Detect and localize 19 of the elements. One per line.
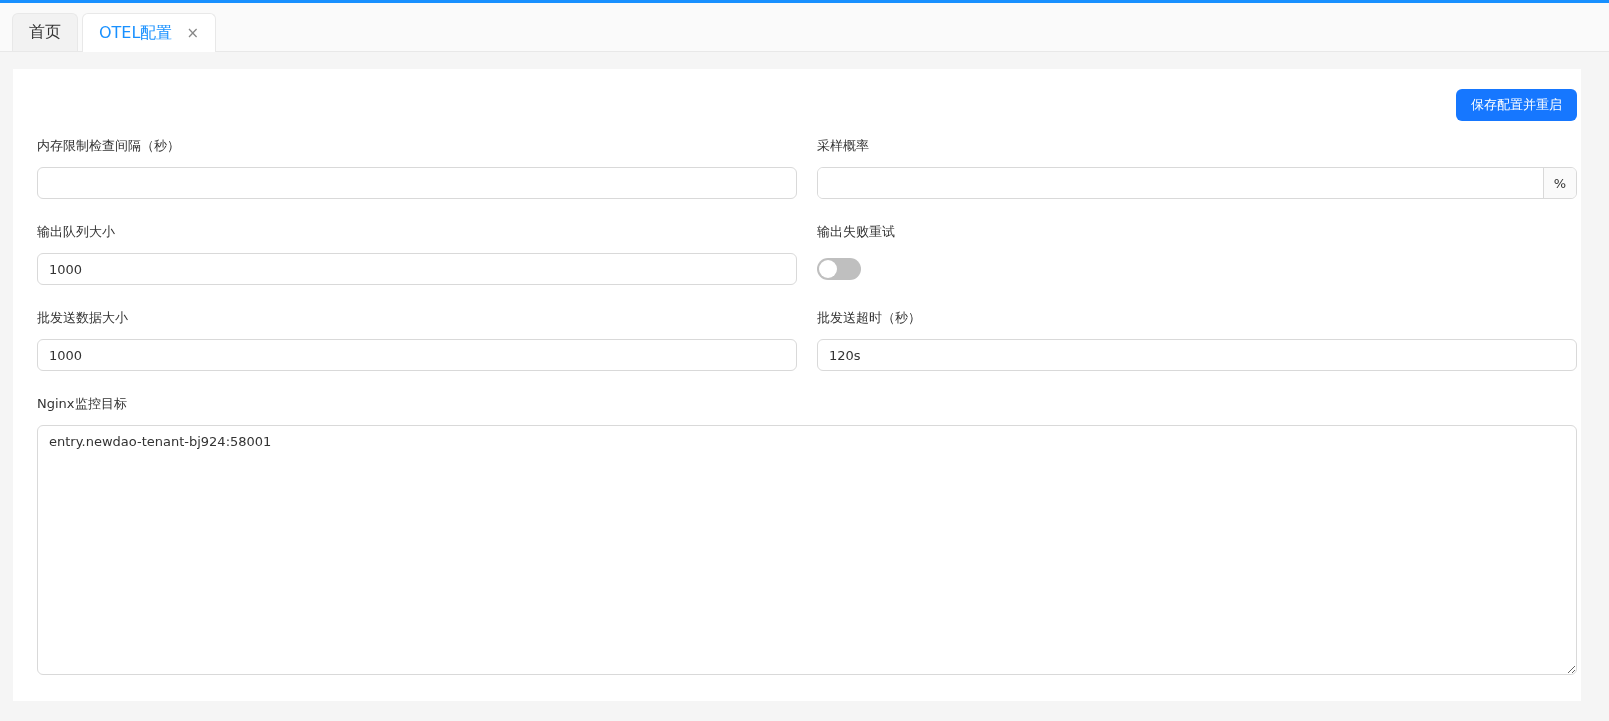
text-input[interactable]: 1000 bbox=[37, 253, 797, 285]
field-label: 输出队列大小 bbox=[37, 223, 116, 241]
field-label: 内存限制检查间隔（秒） bbox=[37, 137, 181, 155]
tab[interactable]: OTEL配置 × bbox=[82, 13, 216, 52]
field-label: 输出失败重试 bbox=[817, 223, 896, 241]
text-input[interactable]: 120s bbox=[817, 339, 1577, 371]
field-label: 批发送数据大小 bbox=[37, 309, 129, 327]
text-input[interactable] bbox=[37, 167, 797, 199]
toggle-switch[interactable] bbox=[817, 258, 861, 280]
save-button[interactable]: 保存配置并重启 bbox=[1456, 89, 1577, 121]
field-label: 批发送超时（秒） bbox=[817, 309, 922, 327]
field-label: Nginx监控目标 bbox=[37, 395, 128, 413]
text-area[interactable]: entry.newdao-tenant-bj924:58001 bbox=[37, 425, 1577, 675]
tab[interactable]: 首页 bbox=[12, 13, 78, 51]
text-input[interactable]: 1000 bbox=[37, 339, 797, 371]
field-label: 采样概率 bbox=[817, 137, 870, 155]
input-group[interactable]: % bbox=[817, 167, 1577, 199]
close-icon[interactable]: × bbox=[186, 24, 199, 42]
suffix-label: % bbox=[1543, 168, 1576, 198]
